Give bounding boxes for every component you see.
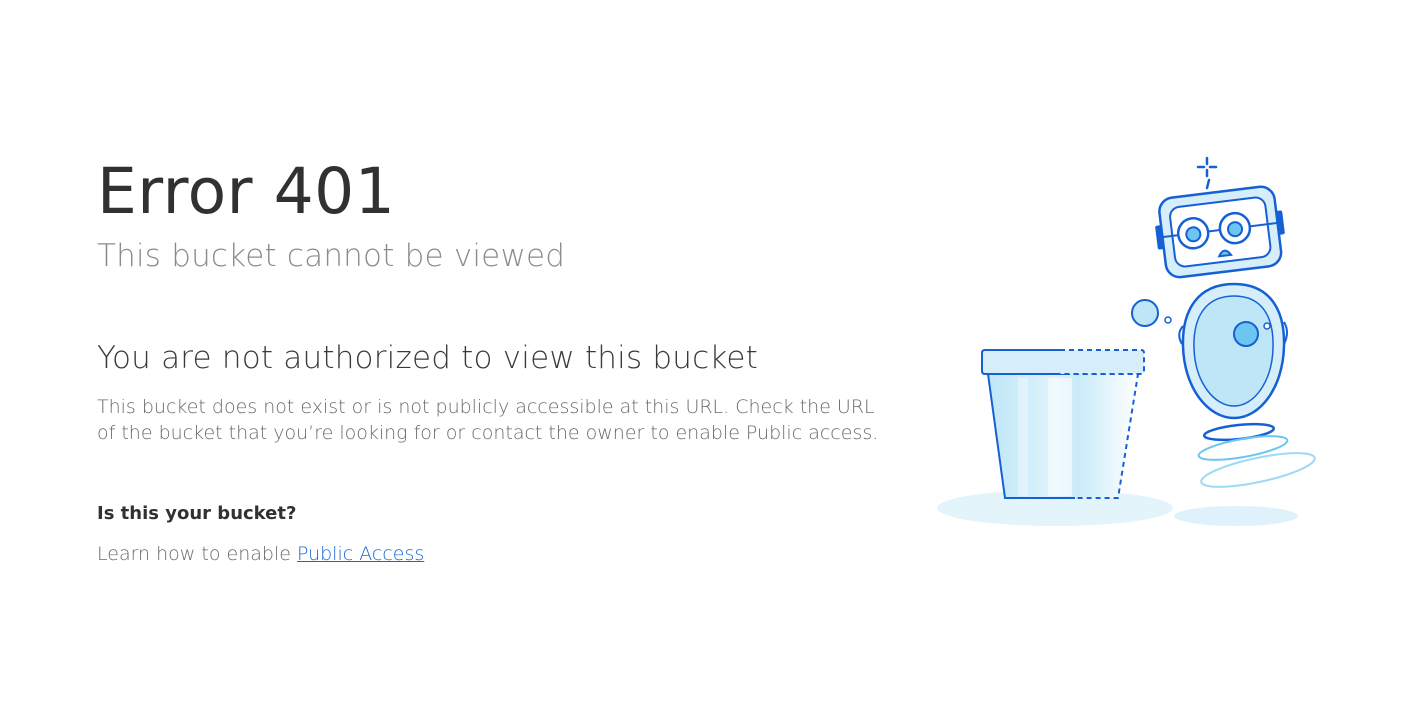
robot-icon: [1155, 156, 1316, 488]
description-line-2: of the bucket that you’re looking for or…: [97, 422, 879, 444]
public-access-link[interactable]: Public Access: [297, 543, 424, 565]
error-page: Error 401 This bucket cannot be viewed Y…: [0, 0, 1417, 706]
learn-prefix: Learn how to enable: [97, 543, 297, 565]
error-content: Error 401 This bucket cannot be viewed Y…: [97, 150, 897, 567]
bucket-owner-question: Is this your bucket?: [97, 503, 297, 524]
learn-more-text: Learn how to enable Public Access: [97, 541, 897, 567]
unauthorized-headline: You are not authorized to view this buck…: [97, 340, 759, 376]
bucket-icon: [981, 349, 1145, 499]
robot-and-bucket-illustration: [937, 156, 1316, 526]
bubble-large: [1131, 299, 1159, 327]
robot-shadow: [1174, 506, 1298, 526]
bubble-small: [1164, 316, 1172, 324]
description-line-1: This bucket does not exist or is not pub…: [97, 396, 875, 418]
error-code-title: Error 401: [97, 155, 396, 228]
error-description: This bucket does not exist or is not pub…: [97, 394, 887, 446]
error-subtitle: This bucket cannot be viewed: [97, 238, 566, 274]
